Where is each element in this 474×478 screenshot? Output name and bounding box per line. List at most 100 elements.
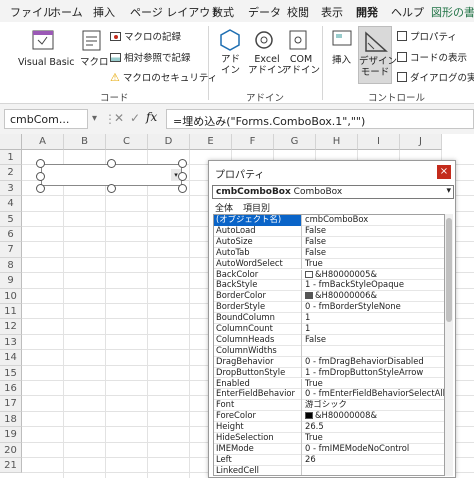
scrollbar-thumb[interactable] — [446, 218, 452, 322]
property-row[interactable]: (オブジェクト名) cmbComboBox — [214, 215, 444, 226]
name-box[interactable]: cmbCom... — [4, 109, 88, 129]
property-row[interactable]: ColumnCount 1 — [214, 324, 444, 335]
visual-basic-icon[interactable] — [30, 28, 56, 55]
property-value[interactable]: 26 — [304, 455, 444, 466]
property-value[interactable]: 游ゴシック — [304, 400, 444, 411]
column-header[interactable]: B — [64, 134, 106, 150]
column-header[interactable]: E — [190, 134, 232, 150]
column-header[interactable]: J — [400, 134, 442, 150]
property-value[interactable] — [304, 466, 444, 475]
row-header[interactable]: 5 — [0, 211, 22, 227]
enter-icon[interactable]: ✓ — [130, 111, 140, 125]
property-value[interactable]: True — [304, 259, 444, 270]
property-value[interactable]: False — [304, 248, 444, 259]
menu-tab[interactable]: 数式 — [212, 4, 234, 20]
row-header[interactable]: 9 — [0, 273, 22, 289]
menu-tab[interactable]: 開発 — [356, 4, 378, 25]
resize-handle[interactable] — [107, 184, 116, 193]
property-value[interactable] — [304, 346, 444, 357]
property-value[interactable]: cmbComboBox — [304, 215, 444, 226]
property-row[interactable]: Left 26 — [214, 454, 444, 466]
column-header[interactable]: G — [274, 134, 316, 150]
row-header[interactable]: 17 — [0, 396, 22, 412]
tab-categorized[interactable]: 項目別 — [240, 201, 273, 214]
property-value[interactable]: False — [304, 335, 444, 346]
run-dialog-button[interactable]: ダイアログの実行 — [397, 70, 474, 84]
property-row[interactable]: ColumnWidths — [214, 345, 444, 357]
macro-button[interactable]: マクロ — [80, 57, 109, 68]
properties-grid[interactable]: (オブジェクト名) cmbComboBox AutoLoad False AutoSiz… — [213, 214, 445, 476]
property-value[interactable]: 1 — [304, 313, 444, 324]
property-row[interactable]: DragBehavior 0 - fmDragBehaviorDisabled — [214, 356, 444, 368]
property-row[interactable]: Enabled True — [214, 378, 444, 390]
property-value[interactable]: &H80000008& — [304, 411, 444, 422]
menu-tab[interactable]: ヘルプ — [391, 4, 424, 20]
row-header[interactable]: 3 — [0, 180, 22, 197]
column-header[interactable]: A — [22, 134, 64, 150]
resize-handle[interactable] — [36, 184, 45, 193]
property-value[interactable]: 0 - fmBorderStyleNone — [304, 302, 444, 313]
property-value[interactable]: &H80000005& — [304, 270, 444, 281]
property-row[interactable]: AutoWordSelect True — [214, 258, 444, 270]
property-value[interactable]: 0 - fmDragBehaviorDisabled — [304, 357, 444, 368]
row-header[interactable]: 12 — [0, 319, 22, 335]
row-header[interactable]: 4 — [0, 196, 22, 212]
name-box-dropdown-icon[interactable]: ▾ — [92, 113, 97, 124]
row-header[interactable]: 14 — [0, 350, 22, 366]
row-header[interactable]: 15 — [0, 365, 22, 381]
property-row[interactable]: AutoLoad False — [214, 225, 444, 237]
cancel-icon[interactable]: ✕ — [114, 111, 124, 125]
column-header[interactable]: C — [106, 134, 148, 150]
column-header[interactable]: D — [148, 134, 190, 150]
row-header[interactable]: 2 — [0, 165, 22, 181]
relative-ref-button[interactable]: 相対参照で記録 — [110, 50, 191, 64]
property-row[interactable]: ForeColor &H80000008& — [214, 411, 444, 423]
menu-tab[interactable]: ファイル — [10, 4, 54, 20]
row-header[interactable]: 1 — [0, 150, 22, 166]
properties-button[interactable]: プロパティ — [397, 29, 457, 43]
visual-basic-button[interactable]: Visual Basic — [18, 57, 75, 68]
resize-handle[interactable] — [36, 172, 45, 181]
scrollbar[interactable] — [445, 214, 453, 476]
design-mode-button[interactable]: デザイン モード — [358, 26, 397, 84]
excel-addins-icon[interactable] — [252, 28, 276, 55]
property-row[interactable]: Font 游ゴシック — [214, 400, 444, 412]
property-value[interactable]: &H80000006& — [304, 291, 444, 302]
resize-handle[interactable] — [178, 184, 187, 193]
row-header[interactable]: 18 — [0, 411, 22, 428]
object-selector[interactable]: cmbComboBox ComboBox ▾ — [212, 185, 454, 199]
property-row[interactable]: AutoTab False — [214, 247, 444, 259]
property-value[interactable]: 1 - fmDropButtonStyleArrow — [304, 368, 444, 379]
row-header[interactable]: 19 — [0, 427, 22, 443]
macro-security-button[interactable]: ⚠ マクロのセキュリティ — [110, 70, 217, 85]
menu-tab[interactable]: ホーム — [50, 4, 83, 20]
menu-tab[interactable]: 挿入 — [93, 4, 115, 20]
excel-addins-button[interactable]: Excel アドイン — [248, 54, 286, 76]
row-header[interactable]: 20 — [0, 442, 22, 458]
property-row[interactable]: BackStyle 1 - fmBackStyleOpaque — [214, 280, 444, 292]
property-row[interactable]: IMEMode 0 - fmIMEModeNoControl — [214, 443, 444, 455]
com-addins-button[interactable]: COM アドイン — [282, 54, 320, 76]
property-row[interactable]: ColumnHeads False — [214, 334, 444, 346]
resize-handle[interactable] — [178, 159, 187, 168]
resize-handle[interactable] — [178, 172, 187, 181]
column-header[interactable]: H — [316, 134, 358, 150]
property-value[interactable]: 1 — [304, 324, 444, 335]
property-row[interactable]: DropButtonStyle 1 - fmDropButtonStyleArro… — [214, 367, 444, 379]
record-macro-button[interactable]: マクロの記録 — [110, 29, 181, 43]
select-all-corner[interactable] — [0, 134, 22, 150]
view-code-button[interactable]: コードの表示 — [397, 50, 467, 64]
addins-icon[interactable] — [218, 28, 242, 55]
function-icon[interactable]: fx — [146, 110, 157, 124]
property-value[interactable]: 0 - fmIMEModeNoControl — [304, 444, 444, 455]
row-header[interactable]: 21 — [0, 458, 22, 474]
property-value[interactable]: 0 - fmEnterFieldBehaviorSelectAll — [304, 389, 444, 400]
tab-alphabetic[interactable]: 全体 — [212, 201, 236, 214]
property-value[interactable]: True — [304, 433, 444, 444]
menu-tab[interactable]: ページ レイアウト — [130, 4, 221, 20]
resize-handle[interactable] — [36, 159, 45, 168]
row-header[interactable]: 13 — [0, 334, 22, 351]
row-header[interactable]: 6 — [0, 227, 22, 243]
menu-tab[interactable]: 表示 — [321, 4, 343, 20]
property-value[interactable]: False — [304, 226, 444, 237]
